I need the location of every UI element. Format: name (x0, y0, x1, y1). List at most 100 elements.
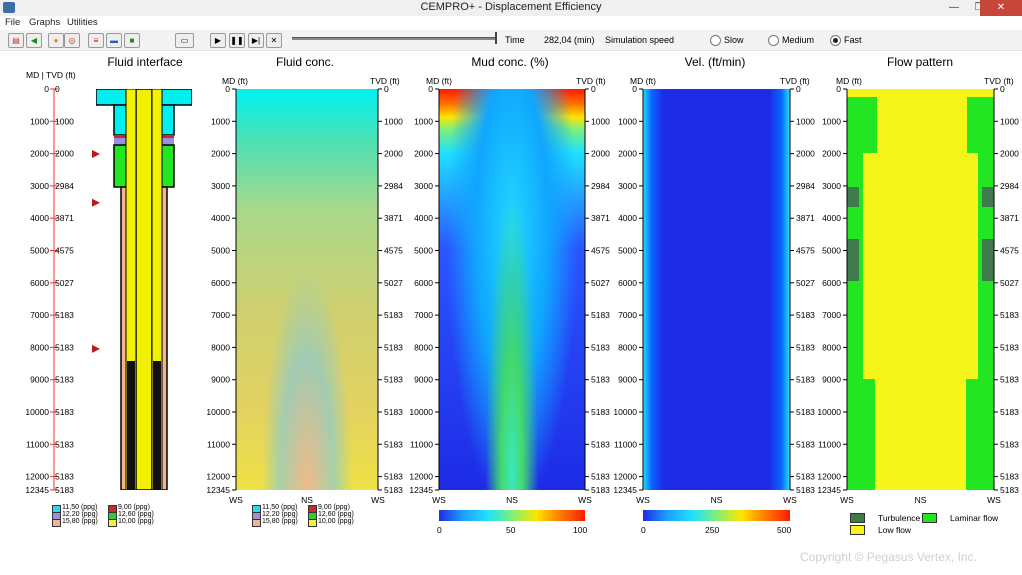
cycle-icon: ◎ (68, 36, 76, 45)
x-tick-label: WS (432, 495, 446, 505)
time-label: Time (505, 35, 525, 45)
md-tick-label: 7000 (414, 310, 433, 320)
speed-fast-label: Fast (844, 35, 862, 45)
menu-file[interactable]: File (5, 17, 20, 28)
depth-track: 0 0 1000 1000 2000 2000 3000 2984 4000 3871 5000 45… (25, 84, 100, 495)
tvd-tick-label: 4575 (55, 246, 74, 256)
velocity-axes: 0 01000 10002000 20003000 29844000 38715000 45… (613, 84, 815, 505)
md-tick-label: 12000 (25, 472, 49, 482)
md-tick-label: 10000 (613, 407, 637, 417)
open-file-button[interactable]: ▤ (8, 33, 24, 48)
stop-button[interactable]: ✕ (266, 33, 282, 48)
velocity-colorbar (643, 510, 790, 521)
screen-button[interactable]: ▭ (175, 33, 194, 48)
md-tick-label: 5000 (211, 246, 230, 256)
monitor-button[interactable]: ▬ (106, 33, 122, 48)
tvd-tick-label: 5027 (55, 278, 74, 288)
fluid-conc-axes: 0 01000 10002000 20003000 29844000 38715000 45… (206, 84, 403, 505)
playback-slider[interactable] (292, 37, 496, 40)
velocity-scale-max: 500 (777, 525, 792, 535)
step-button[interactable]: ▶| (248, 33, 264, 48)
cycle-button[interactable]: ◎ (64, 33, 80, 48)
minimize-button[interactable]: — (940, 0, 968, 16)
fluid-swatch (52, 519, 61, 527)
md-tick-label: 7000 (211, 310, 230, 320)
md-tick-label: 12000 (613, 472, 637, 482)
velocity-title: Vel. (ft/min) (684, 55, 746, 69)
tvd-tick-label: 5027 (1000, 278, 1019, 288)
tvd-tick-label: 0 (55, 84, 60, 94)
tvd-tick-label: 5183 (55, 342, 74, 352)
laminar-label: Laminar flow (950, 513, 999, 523)
simulation-speed-label: Simulation speed (605, 35, 675, 45)
speed-medium-label: Medium (782, 35, 815, 45)
tvd-tick-label: 0 (384, 84, 389, 94)
md-tick-label: 3000 (211, 181, 230, 191)
menu-graphs[interactable]: Graphs (29, 17, 60, 28)
md-tick-label: 10000 (25, 407, 49, 417)
fluid-legend-label: 10,00 (ppg) (318, 518, 354, 525)
pause-button[interactable]: ❚❚ (229, 33, 245, 48)
title-bar: CEMPRO+ - Displacement Efficiency — ❐ ✕ (0, 0, 1022, 17)
tvd-tick-label: 0 (591, 84, 596, 94)
velocity-scale-mid: 250 (705, 525, 720, 535)
md-tick-label: 6000 (30, 278, 49, 288)
md-tick-label: 5000 (30, 246, 49, 256)
menu-utilities[interactable]: Utilities (67, 17, 98, 28)
fluid-legend-interface: 11,50 (ppg) 9,00 (ppg) 12,20 (ppg) 12,60 (p… (52, 504, 162, 529)
md-tick-label: 1000 (414, 116, 433, 126)
inner-pipe (135, 89, 153, 490)
x-tick-label: WS (783, 495, 797, 505)
md-tick-label: 12345 (409, 485, 433, 495)
fluid-swatch (252, 519, 261, 527)
md-tick-label: 0 (225, 84, 230, 94)
truck-icon: ■ (129, 36, 135, 45)
md-tick-label: 4000 (822, 213, 841, 223)
play-button[interactable]: ▶ (210, 33, 226, 48)
md-tick-label: 1000 (30, 116, 49, 126)
mud-scale-min: 0 (437, 525, 442, 535)
md-tick-label: 0 (44, 84, 49, 94)
speed-slow-label: Slow (724, 35, 744, 45)
fluid-legend-label: 10,00 (ppg) (118, 518, 154, 525)
speed-fast-radio[interactable] (830, 35, 841, 46)
mud-conc-title: Mud conc. (%) (471, 55, 549, 69)
speed-medium-radio[interactable] (768, 35, 779, 46)
md-tick-label: 2000 (822, 149, 841, 159)
gauge-icon: ● (53, 36, 59, 45)
pressure-button[interactable]: ● (48, 33, 64, 48)
laminar-swatch (922, 513, 937, 523)
fluid-legend-label: 11,50 (ppg) (262, 504, 298, 511)
md-tick-label: 2000 (618, 149, 637, 159)
fluid-legend-label: 12,20 (ppg) (262, 511, 298, 518)
flow-pattern-axes: 0 0 1000 1000 2000 2000 3000 2984 4000 3871 5000 45… (817, 84, 1019, 505)
close-button[interactable]: ✕ (980, 0, 1022, 16)
md-tick-label: 2000 (30, 149, 49, 159)
tvd-tick-label: 3871 (55, 213, 74, 223)
tvd-tick-label: 5183 (55, 375, 74, 385)
md-tick-label: 8000 (618, 342, 637, 352)
speed-slow-radio[interactable] (710, 35, 721, 46)
back-button[interactable]: ◀ (26, 33, 42, 48)
md-tick-label: 0 (836, 84, 841, 94)
md-tick-label: 12000 (206, 472, 230, 482)
md-tick-label: 8000 (211, 342, 230, 352)
md-tick-label: 7000 (30, 310, 49, 320)
x-tick-label: WS (636, 495, 650, 505)
md-tick-label: 9000 (822, 375, 841, 385)
md-tick-label: 1000 (822, 116, 841, 126)
step-forward-icon: ▶| (251, 36, 261, 45)
fluid-legend-label: 12,60 (ppg) (318, 511, 354, 518)
x-tick-label: NS (711, 495, 723, 505)
playback-slider-thumb[interactable] (495, 32, 497, 44)
tvd-tick-label: 1000 (1000, 116, 1019, 126)
settings-button[interactable]: ≡ (88, 33, 104, 48)
md-tick-label: 3000 (30, 181, 49, 191)
md-tick-label: 8000 (822, 342, 841, 352)
truck-button[interactable]: ■ (124, 33, 140, 48)
back-arrow-icon: ◀ (30, 36, 38, 45)
md-tick-label: 4000 (211, 213, 230, 223)
tvd-tick-label: 5183 (1000, 342, 1019, 352)
md-tick-label: 9000 (618, 375, 637, 385)
md-tick-label: 12000 (409, 472, 433, 482)
